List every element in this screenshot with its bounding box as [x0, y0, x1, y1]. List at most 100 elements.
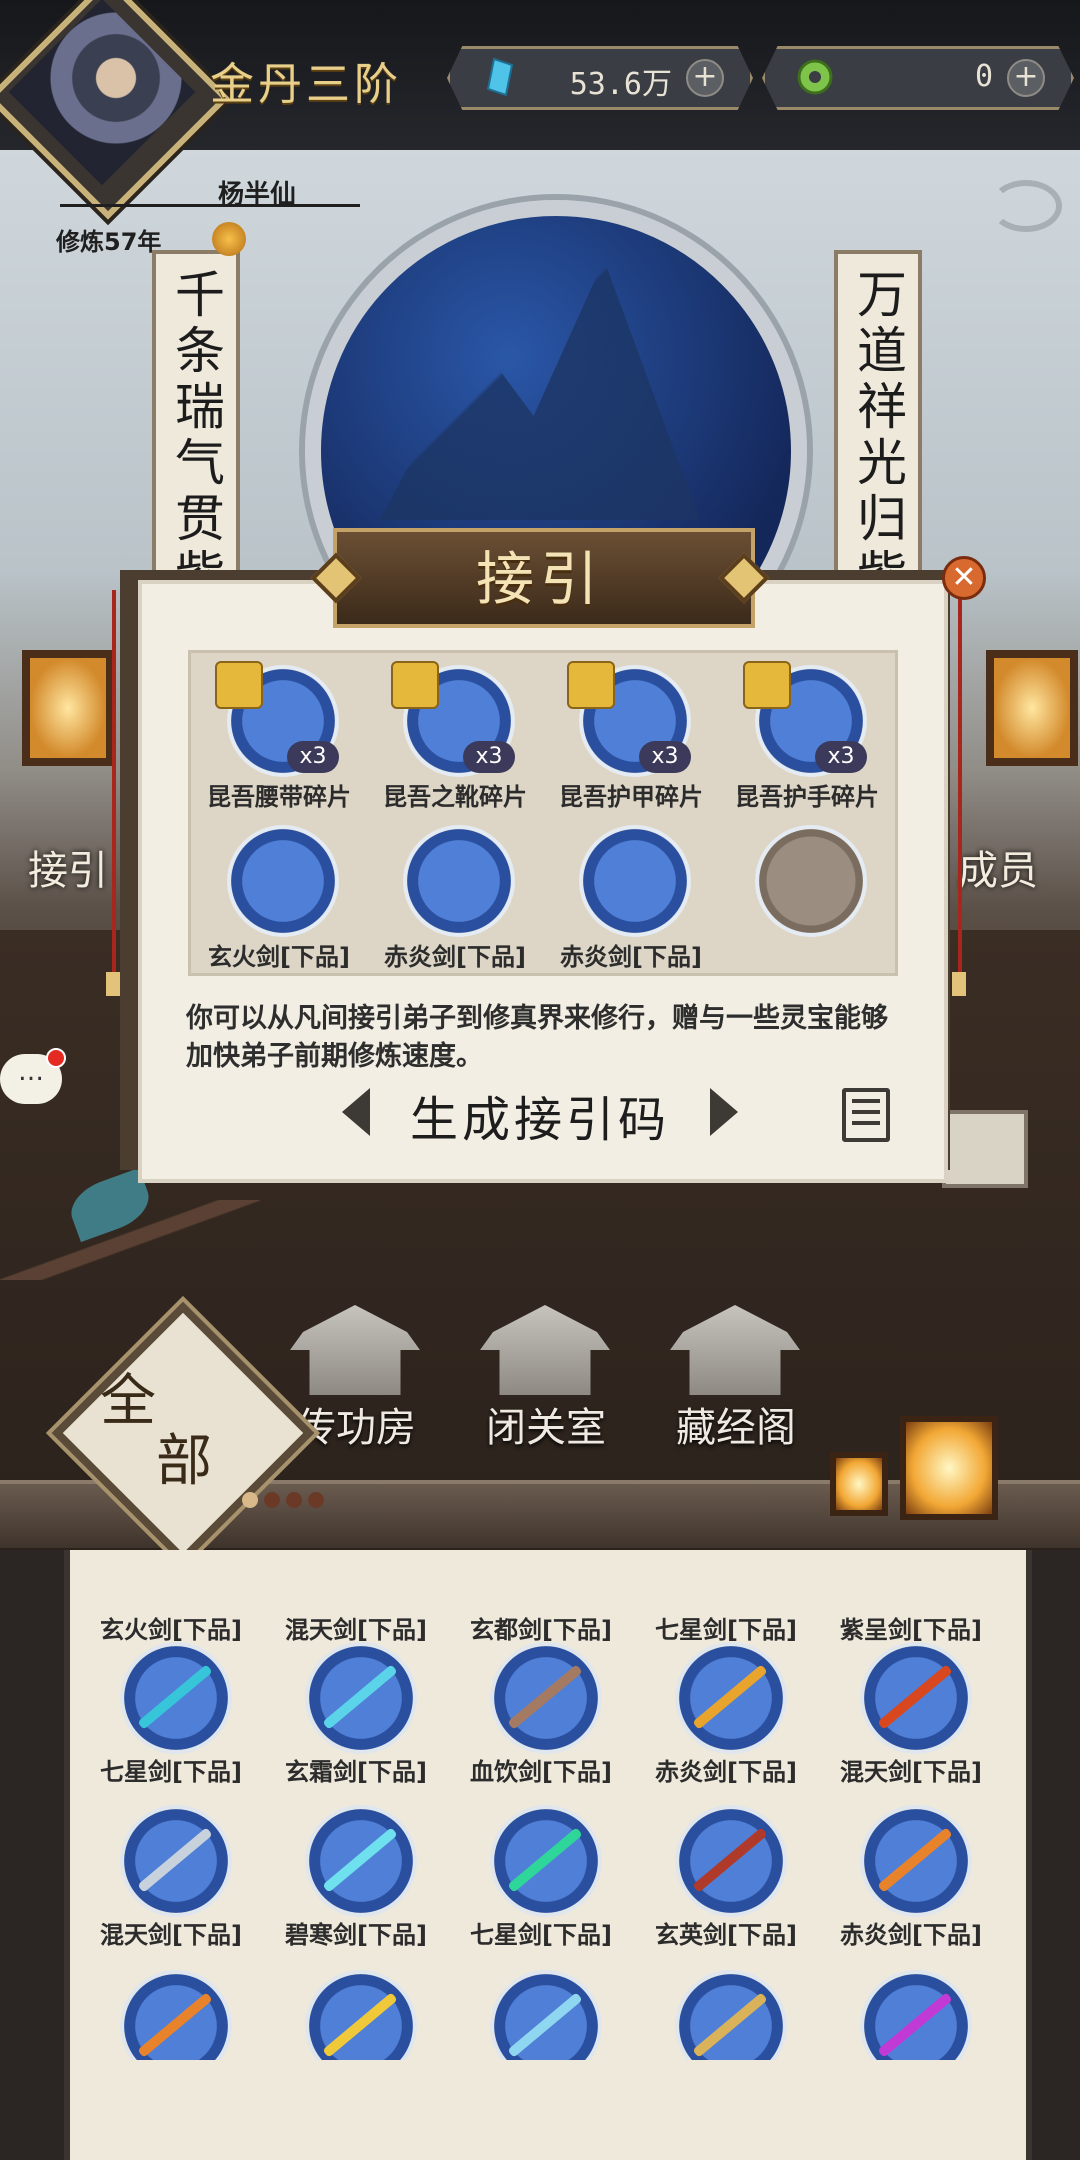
grid-item-label: 赤炎剑[下品]: [840, 1921, 982, 1949]
grid-item-label: 玄霜剑[下品]: [285, 1758, 427, 1786]
reward-list: x3 昆吾腰带碎片 x3 昆吾之靴碎片 x3 昆吾护甲碎片 x3 昆吾护手碎片 …: [188, 650, 898, 976]
puzzle-piece-icon: [215, 661, 263, 709]
cloud-pattern-icon: [759, 829, 863, 933]
tab-all-char-2: 部: [156, 1429, 212, 1494]
members-side-button[interactable]: 成员: [958, 760, 1070, 894]
grid-item[interactable]: 玄霜剑[下品]: [265, 1646, 447, 1809]
add-spirit-stone-button[interactable]: +: [686, 59, 724, 97]
grid-item-label: 七星剑[下品]: [470, 1921, 612, 1949]
modal-description: 你可以从凡间接引弟子到修真界来修行，赠与一些灵宝能够加快弟子前期修炼速度。: [186, 1003, 888, 1072]
lantern-right: [986, 650, 1078, 766]
reward-count: x3: [287, 741, 339, 773]
reward-label: 昆吾护手碎片: [735, 783, 879, 811]
building-seclusion-room-label: 闭关室: [486, 1405, 606, 1451]
cultivation-years: 修炼57年: [56, 228, 162, 256]
grid-item[interactable]: 玄都剑[下品]: [450, 1504, 632, 1667]
cloud-decoration: [990, 180, 1062, 232]
grid-item-label: 紫呈剑[下品]: [840, 1616, 982, 1644]
building-seclusion-room[interactable]: 闭关室: [470, 1305, 620, 1451]
grid-item-label: 混天剑[下品]: [840, 1758, 982, 1786]
reward-count: x3: [463, 741, 515, 773]
item-grid-partial-row: 玄火剑[下品] 混天剑[下品] 玄都剑[下品] 七星剑[下品] 紫呈剑[下品]: [80, 1504, 1016, 1667]
reward-item[interactable]: 玄火剑[下品]: [191, 821, 367, 981]
sword-icon: [407, 829, 511, 933]
grid-item-label: 七星剑[下品]: [100, 1758, 242, 1786]
spirit-stone-counter: 53.6万 +: [447, 46, 753, 110]
building-roof-icon: [670, 1305, 800, 1395]
item-grid: 七星剑[下品] 玄霜剑[下品] 血饮剑[下品] 赤炎剑[下品] 混天剑[下品] …: [80, 1646, 1016, 1972]
reward-count: x3: [639, 741, 691, 773]
reward-label: 昆吾腰带碎片: [207, 783, 351, 811]
jade-icon: [797, 59, 833, 95]
grid-item-label: 玄都剑[下品]: [470, 1616, 612, 1644]
cultivation-realm: 金丹三阶: [210, 59, 402, 110]
lantern-left: [22, 650, 114, 766]
grid-item-label: 玄火剑[下品]: [100, 1616, 242, 1644]
tassel-right: [952, 972, 966, 996]
gold-coin-icon: [212, 222, 246, 256]
grid-item[interactable]: 玄英剑[下品]: [635, 1809, 817, 1972]
grid-item-label: 血饮剑[下品]: [470, 1758, 612, 1786]
building-library-label: 藏经阁: [676, 1405, 796, 1451]
building-library[interactable]: 藏经阁: [660, 1305, 810, 1451]
grid-item[interactable]: 混天剑[下品]: [820, 1646, 1002, 1809]
sword-icon: [231, 829, 335, 933]
name-underline: [60, 204, 360, 207]
grid-item-label: 玄英剑[下品]: [655, 1921, 797, 1949]
grid-fade: [70, 2060, 1014, 2160]
reward-item[interactable]: x3 昆吾腰带碎片: [191, 661, 367, 821]
chat-notification-dot: [46, 1048, 66, 1068]
reward-label: 昆吾护甲碎片: [559, 783, 703, 811]
grid-item-label: 赤炎剑[下品]: [655, 1758, 797, 1786]
jade-value: 0: [974, 59, 993, 94]
side-tab[interactable]: [942, 1110, 1028, 1188]
grid-item[interactable]: 紫呈剑[下品]: [820, 1504, 1002, 1667]
building-roof-icon: [290, 1305, 420, 1395]
modal-title: 接引: [475, 545, 604, 613]
reward-item[interactable]: x3 昆吾之靴碎片: [367, 661, 543, 821]
spirit-stone-icon: [486, 57, 514, 97]
couplet-right-text: 万道祥光归紫: [849, 268, 907, 604]
reward-item-empty: [719, 821, 895, 981]
close-icon[interactable]: ✕: [942, 556, 986, 600]
reward-label: 赤炎剑[下品]: [560, 943, 702, 971]
puzzle-piece-icon: [391, 661, 439, 709]
members-side-label: 成员: [958, 848, 1038, 894]
reward-item[interactable]: 赤炎剑[下品]: [367, 821, 543, 981]
puzzle-piece-icon: [743, 661, 791, 709]
recruit-side-button[interactable]: 接引: [10, 760, 120, 894]
add-jade-button[interactable]: +: [1007, 59, 1045, 97]
reward-item[interactable]: x3 昆吾护手碎片: [719, 661, 895, 821]
grid-item[interactable]: 七星剑[下品]: [635, 1504, 817, 1667]
building-roof-icon: [480, 1305, 610, 1395]
grid-item[interactable]: 血饮剑[下品]: [450, 1646, 632, 1809]
grid-item[interactable]: 玄火剑[下品]: [80, 1504, 262, 1667]
grid-item-label: 混天剑[下品]: [100, 1921, 242, 1949]
grid-item[interactable]: 碧寒剑[下品]: [265, 1809, 447, 1972]
grid-item[interactable]: 混天剑[下品]: [80, 1809, 262, 1972]
reward-item[interactable]: 赤炎剑[下品]: [543, 821, 719, 981]
document-icon[interactable]: [842, 1088, 890, 1142]
reward-count: x3: [815, 741, 867, 773]
modal-rope-right: [958, 590, 962, 980]
reward-label: 赤炎剑[下品]: [384, 943, 526, 971]
grid-item[interactable]: 七星剑[下品]: [80, 1646, 262, 1809]
puzzle-piece-icon: [567, 661, 615, 709]
grid-item-label: 混天剑[下品]: [285, 1616, 427, 1644]
modal-rope-left: [112, 590, 116, 980]
grid-item[interactable]: 七星剑[下品]: [450, 1809, 632, 1972]
grid-frame-left: [0, 1550, 64, 2160]
reward-label: 昆吾之靴碎片: [383, 783, 527, 811]
tab-all-char-1: 全: [100, 1369, 156, 1434]
reward-label: 玄火剑[下品]: [208, 943, 350, 971]
tassel-left: [106, 972, 120, 996]
reward-item[interactable]: x3 昆吾护甲碎片: [543, 661, 719, 821]
recruit-side-label: 接引: [28, 848, 108, 894]
couplet-left-text: 千条瑞气贯紫: [167, 268, 225, 604]
grid-item[interactable]: 赤炎剑[下品]: [820, 1809, 1002, 1972]
grid-item[interactable]: 混天剑[下品]: [265, 1504, 447, 1667]
spirit-stone-value: 53.6万: [569, 67, 672, 102]
jade-counter: 0 +: [762, 46, 1074, 110]
generate-code-button[interactable]: 生成接引码: [342, 1080, 738, 1148]
grid-item[interactable]: 赤炎剑[下品]: [635, 1646, 817, 1809]
